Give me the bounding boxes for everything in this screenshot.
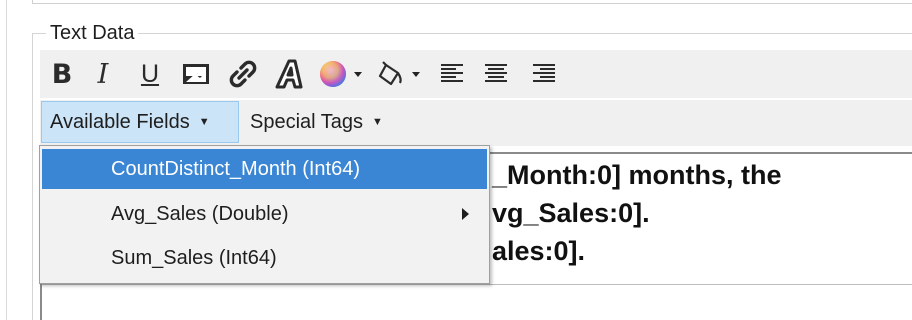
fields-toolbar: Available Fields ▼ Special Tags ▼	[40, 100, 912, 146]
editor-text-line: _Month:0] months, the	[492, 160, 782, 190]
editor-text-line: ales:0].	[492, 236, 586, 266]
groupbox-title: Text Data	[46, 20, 139, 46]
menu-item-label: Avg_Sales (Double)	[111, 202, 289, 225]
align-center-icon[interactable]	[482, 58, 510, 90]
align-right-icon[interactable]	[530, 58, 558, 90]
available-fields-menu: CountDistinct_Month (Int64) Avg_Sales (D…	[39, 145, 490, 284]
submenu-arrow-icon	[462, 208, 469, 220]
link-icon[interactable]	[226, 58, 260, 90]
menu-item-avg-sales[interactable]: Avg_Sales (Double)	[42, 194, 487, 234]
editor-divider	[42, 284, 912, 285]
image-icon[interactable]	[180, 58, 212, 90]
chevron-down-icon: ▼	[372, 116, 383, 128]
special-tags-label: Special Tags	[250, 110, 364, 133]
menu-item-countdistinct-month[interactable]: CountDistinct_Month (Int64)	[42, 149, 487, 189]
fill-color-icon[interactable]	[374, 58, 424, 90]
align-left-icon[interactable]	[438, 58, 466, 90]
text-data-panel: Text Data B I U Available Fields ▼ Speci…	[0, 0, 912, 320]
special-tags-dropdown[interactable]: Special Tags ▼	[242, 101, 412, 143]
menu-item-sum-sales[interactable]: Sum_Sales (Int64)	[42, 238, 487, 278]
text-style-icon[interactable]	[272, 58, 308, 90]
left-divider	[6, 0, 7, 320]
underline-icon[interactable]: U	[136, 58, 164, 90]
editor-text-line: vg_Sales:0].	[492, 198, 650, 228]
font-color-icon[interactable]	[316, 58, 366, 90]
upper-panel-border	[32, 0, 912, 4]
chevron-down-icon: ▼	[198, 116, 210, 128]
formatting-toolbar: B I U	[40, 50, 912, 98]
menu-item-label: Sum_Sales (Int64)	[111, 246, 277, 269]
bold-icon[interactable]: B	[48, 58, 76, 90]
italic-icon[interactable]: I	[92, 58, 114, 90]
available-fields-dropdown[interactable]: Available Fields ▼	[41, 101, 239, 143]
available-fields-label: Available Fields	[50, 110, 190, 133]
menu-item-label: CountDistinct_Month (Int64)	[111, 157, 361, 180]
